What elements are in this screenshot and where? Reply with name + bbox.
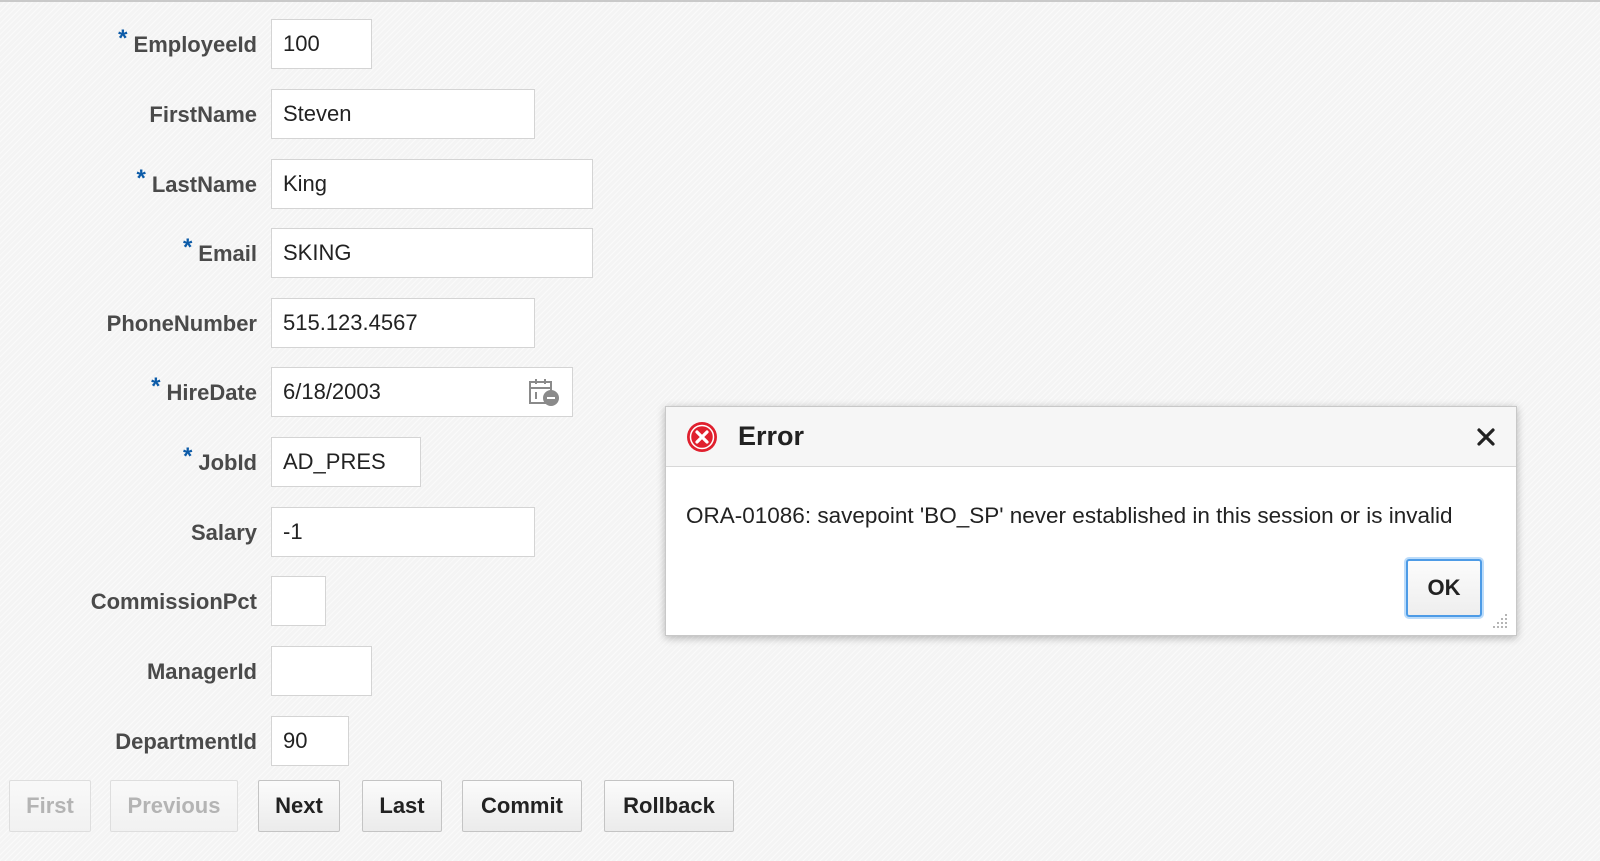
form-row-email: * Email xyxy=(0,228,600,280)
employee-id-label: * EmployeeId xyxy=(0,19,257,71)
error-dialog: Error ORA-01086: savepoint 'BO_SP' never… xyxy=(665,406,1517,636)
required-marker: * xyxy=(136,165,146,192)
job-id-input[interactable] xyxy=(271,437,421,487)
rollback-button[interactable]: Rollback xyxy=(604,780,734,832)
phone-number-input[interactable] xyxy=(271,298,535,348)
manager-id-label: ManagerId xyxy=(0,646,257,698)
error-circle-x-icon xyxy=(687,422,717,452)
required-marker: * xyxy=(182,234,193,261)
form-row-job-id: * JobId xyxy=(0,437,430,489)
form-row-manager-id: ManagerId xyxy=(0,646,380,698)
first-name-input[interactable] xyxy=(271,89,535,139)
calendar-icon[interactable] xyxy=(528,377,560,407)
salary-label: Salary xyxy=(0,507,257,559)
required-marker: * xyxy=(151,373,161,400)
department-id-label: DepartmentId xyxy=(0,716,257,768)
employee-id-input[interactable] xyxy=(271,19,372,69)
employee-id-label-text: EmployeeId xyxy=(133,32,257,57)
department-id-label-text: DepartmentId xyxy=(115,729,257,754)
form-row-last-name: * LastName xyxy=(0,159,600,211)
ok-button[interactable]: OK xyxy=(1406,559,1482,617)
email-label: * Email xyxy=(0,228,257,280)
error-dialog-title: Error xyxy=(738,421,805,451)
manager-id-input[interactable] xyxy=(271,646,372,696)
phone-number-label-text: PhoneNumber xyxy=(106,311,257,336)
hire-date-label-text: HireDate xyxy=(166,380,257,405)
first-name-label: FirstName xyxy=(0,89,257,141)
navigation-button-bar: First Previous Next Last Commit Rollback xyxy=(0,780,760,836)
first-button[interactable]: First xyxy=(9,780,91,832)
first-name-label-text: FirstName xyxy=(149,102,257,127)
form-row-first-name: FirstName xyxy=(0,89,540,141)
commit-button[interactable]: Commit xyxy=(462,780,582,832)
last-button[interactable]: Last xyxy=(362,780,442,832)
commission-pct-input[interactable] xyxy=(271,576,326,626)
last-name-label-text: LastName xyxy=(151,172,257,197)
manager-id-label-text: ManagerId xyxy=(146,659,257,684)
email-label-text: Email xyxy=(198,241,257,266)
form-row-commission-pct: CommissionPct xyxy=(0,576,340,628)
job-id-label-text: JobId xyxy=(198,450,257,475)
last-name-label: * LastName xyxy=(0,159,258,211)
close-x-icon[interactable] xyxy=(1472,423,1500,451)
email-input[interactable] xyxy=(271,228,593,278)
form-row-employee-id: * EmployeeId xyxy=(0,19,380,71)
hire-date-label: * HireDate xyxy=(0,367,257,419)
last-name-input[interactable] xyxy=(271,159,593,209)
error-dialog-message: ORA-01086: savepoint 'BO_SP' never estab… xyxy=(686,503,1453,528)
employee-form: *EmployeeId FirstName *LastName *Email P… xyxy=(0,0,640,766)
form-row-hire-date: * HireDate xyxy=(0,367,580,419)
error-dialog-header: Error xyxy=(666,407,1516,467)
form-row-department-id: DepartmentId xyxy=(0,716,360,768)
salary-input[interactable] xyxy=(271,507,535,557)
commission-pct-label-text: CommissionPct xyxy=(90,589,257,614)
department-id-input[interactable] xyxy=(271,716,349,766)
commission-pct-label: CommissionPct xyxy=(0,576,257,628)
next-button[interactable]: Next xyxy=(258,780,340,832)
job-id-label: * JobId xyxy=(0,437,257,489)
previous-button[interactable]: Previous xyxy=(110,780,238,832)
resize-grip-icon[interactable] xyxy=(1492,613,1508,629)
required-marker: * xyxy=(182,443,193,470)
form-row-salary: Salary xyxy=(0,507,540,559)
phone-number-label: PhoneNumber xyxy=(0,298,257,350)
form-row-phone-number: PhoneNumber xyxy=(0,298,540,350)
required-marker: * xyxy=(118,25,128,52)
salary-label-text: Salary xyxy=(190,520,257,545)
